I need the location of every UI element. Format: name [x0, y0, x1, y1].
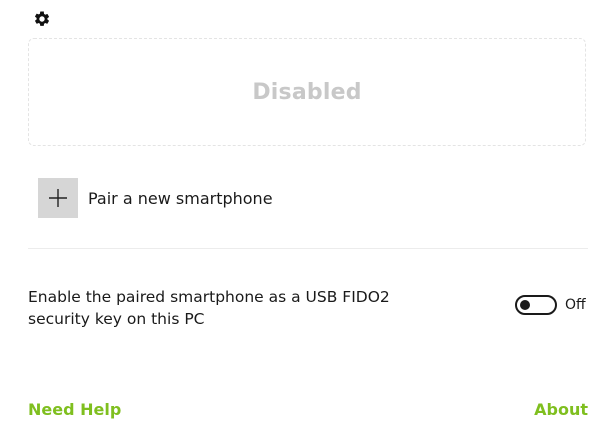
status-panel: Disabled: [28, 38, 586, 146]
plus-icon: [49, 189, 67, 207]
divider: [28, 248, 588, 249]
pair-smartphone-label: Pair a new smartphone: [88, 188, 273, 208]
about-link[interactable]: About: [534, 400, 588, 419]
gear-icon: [34, 11, 50, 26]
toggle-state-label: Off: [565, 297, 586, 313]
usb-fido2-description: Enable the paired smartphone as a USB FI…: [28, 288, 390, 328]
plus-button-box[interactable]: [38, 178, 78, 218]
toggle-knob: [520, 300, 530, 310]
usb-fido2-toggle-group: Off: [515, 295, 586, 315]
need-help-link[interactable]: Need Help: [28, 400, 121, 419]
status-text: Disabled: [252, 79, 362, 105]
settings-gear-icon[interactable]: [33, 10, 51, 28]
pair-smartphone-button[interactable]: Pair a new smartphone: [38, 178, 273, 218]
usb-fido2-toggle[interactable]: [515, 295, 557, 315]
